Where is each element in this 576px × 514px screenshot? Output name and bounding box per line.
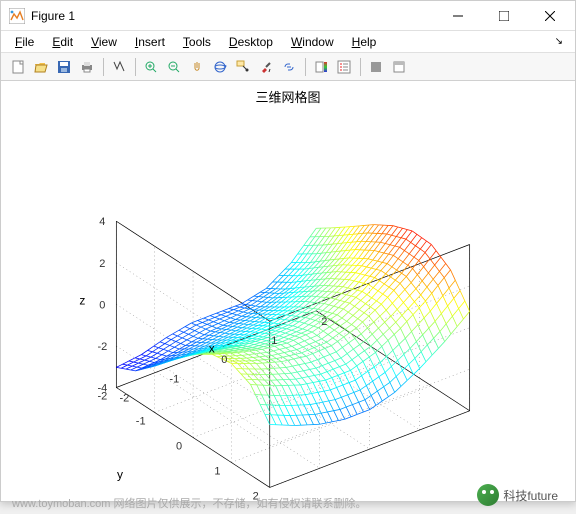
toolbar-separator bbox=[131, 56, 139, 78]
menu-window[interactable]: Window bbox=[289, 35, 336, 49]
dock-disclose-icon[interactable]: ↘ bbox=[555, 36, 563, 47]
pan-button[interactable] bbox=[186, 56, 208, 78]
insert-colorbar-button[interactable] bbox=[310, 56, 332, 78]
close-button[interactable] bbox=[527, 1, 573, 30]
watermark-text: www.toymoban.com 网络图片仅供展示，不存储，如有侵权请联系删除。 bbox=[12, 495, 366, 511]
window-title: Figure 1 bbox=[31, 9, 435, 23]
source-badge: 科技future bbox=[477, 484, 558, 506]
menu-bar: File Edit View Insert Tools Desktop Wind… bbox=[1, 31, 575, 53]
save-button[interactable] bbox=[53, 56, 75, 78]
wechat-icon bbox=[477, 484, 499, 506]
print-button[interactable] bbox=[76, 56, 98, 78]
rotate-3d-button[interactable] bbox=[209, 56, 231, 78]
svg-text:2: 2 bbox=[99, 258, 105, 270]
toolbar bbox=[1, 53, 575, 81]
svg-text:y: y bbox=[117, 468, 123, 482]
app-icon bbox=[9, 8, 25, 24]
toolbar-separator bbox=[301, 56, 309, 78]
svg-text:-2: -2 bbox=[97, 341, 107, 353]
data-cursor-button[interactable] bbox=[232, 56, 254, 78]
menu-insert[interactable]: Insert bbox=[133, 35, 167, 49]
svg-text:-1: -1 bbox=[169, 373, 179, 385]
maximize-button[interactable] bbox=[481, 1, 527, 30]
svg-text:-1: -1 bbox=[136, 415, 146, 427]
insert-legend-button[interactable] bbox=[333, 56, 355, 78]
svg-text:0: 0 bbox=[221, 354, 227, 366]
open-button[interactable] bbox=[30, 56, 52, 78]
svg-text:x: x bbox=[209, 342, 215, 356]
svg-text:2: 2 bbox=[321, 316, 327, 328]
title-bar[interactable]: Figure 1 bbox=[1, 1, 575, 31]
axes-canvas[interactable]: 三维网格图 -2-1012-2-1012-4-2024xyz bbox=[8, 81, 568, 501]
axes-3d: -2-1012-2-1012-4-2024xyz bbox=[8, 81, 568, 501]
svg-text:1: 1 bbox=[271, 335, 277, 347]
zoom-out-button[interactable] bbox=[163, 56, 185, 78]
svg-text:0: 0 bbox=[176, 440, 182, 452]
menu-help[interactable]: Help bbox=[350, 35, 379, 49]
svg-text:0: 0 bbox=[99, 299, 105, 311]
edit-plot-button[interactable] bbox=[108, 56, 130, 78]
minimize-button[interactable] bbox=[435, 1, 481, 30]
menu-file[interactable]: File bbox=[13, 35, 36, 49]
zoom-in-button[interactable] bbox=[140, 56, 162, 78]
svg-text:4: 4 bbox=[99, 216, 105, 228]
show-plot-tools-button[interactable] bbox=[388, 56, 410, 78]
hide-plot-tools-button[interactable] bbox=[365, 56, 387, 78]
menu-edit[interactable]: Edit bbox=[50, 35, 75, 49]
menu-desktop[interactable]: Desktop bbox=[227, 35, 275, 49]
svg-text:-2: -2 bbox=[119, 393, 129, 405]
menu-view[interactable]: View bbox=[89, 35, 119, 49]
brush-button[interactable] bbox=[255, 56, 277, 78]
svg-text:z: z bbox=[79, 293, 85, 307]
toolbar-separator bbox=[99, 56, 107, 78]
svg-text:1: 1 bbox=[214, 465, 220, 477]
link-button[interactable] bbox=[278, 56, 300, 78]
new-figure-button[interactable] bbox=[7, 56, 29, 78]
menu-tools[interactable]: Tools bbox=[181, 35, 213, 49]
figure-window: Figure 1 File Edit View Insert Tools Des… bbox=[0, 0, 576, 502]
toolbar-separator bbox=[356, 56, 364, 78]
svg-text:-4: -4 bbox=[97, 383, 107, 395]
